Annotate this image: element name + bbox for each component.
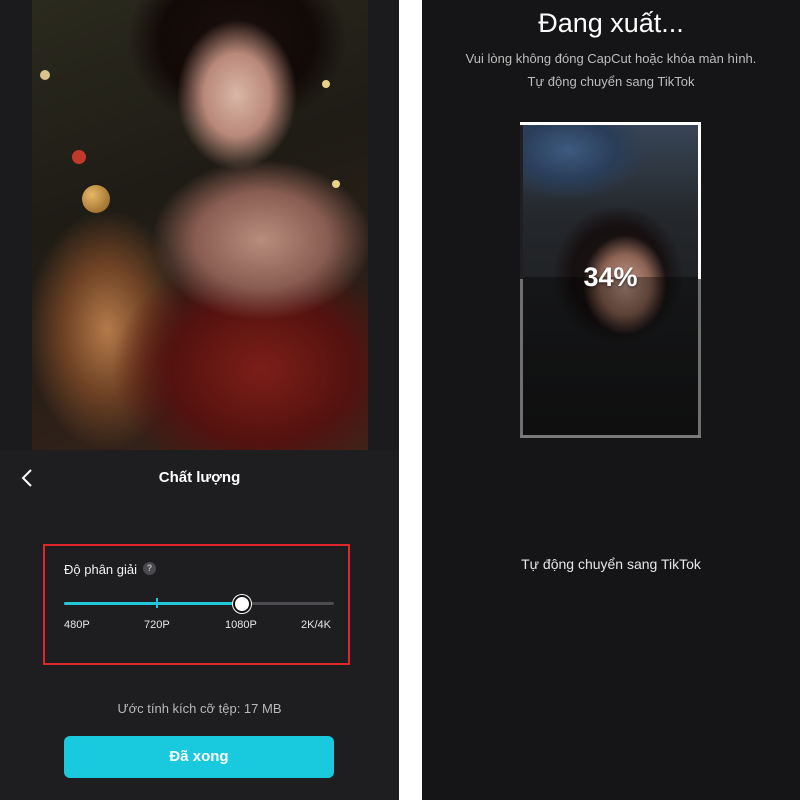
resolution-option-720p[interactable]: 720P [144,619,170,631]
resolution-option-1080p[interactable]: 1080P [225,619,257,631]
ornament [82,185,110,213]
warning-text: Vui lòng không đóng CapCut hoặc khóa màn… [465,51,757,66]
slider-thumb[interactable] [233,595,252,613]
resolution-option-2k4k[interactable]: 2K/4K [301,619,331,631]
ornament [40,70,50,80]
resolution-option-480p[interactable]: 480P [64,619,90,631]
progress-frame-bottom [520,435,701,438]
ornament [332,180,340,188]
export-title: Đang xuất... [538,8,684,38]
done-button[interactable]: Đã xong [64,736,334,778]
question-icon[interactable]: ? [143,562,156,575]
ornament [72,150,86,164]
auto-switch-text-bottom: Tự động chuyển sang TikTok [521,556,701,572]
exporting-screen: Đang xuất... Vui lòng không đóng CapCut … [422,0,800,800]
file-size-estimate: Ước tính kích cỡ tệp: 17 MB [117,701,282,716]
resolution-slider[interactable] [64,595,334,613]
progress-frame-left-remaining [520,279,523,438]
auto-switch-text: Tự động chuyển sang TikTok [527,74,695,89]
slider-tick [156,598,158,608]
video-preview-image [32,0,368,450]
quality-settings-screen [0,0,399,800]
progress-frame-right-remaining [698,279,701,438]
progress-frame-left [520,122,523,125]
progress-percent: 34% [583,262,638,292]
progress-frame-right [698,122,701,279]
resolution-label: Độ phân giải [64,562,137,577]
page-title: Chất lượng [158,469,241,486]
slider-fill [64,602,243,605]
progress-frame-top [520,122,701,125]
progress-overlay [523,277,698,435]
ornament [322,80,330,88]
